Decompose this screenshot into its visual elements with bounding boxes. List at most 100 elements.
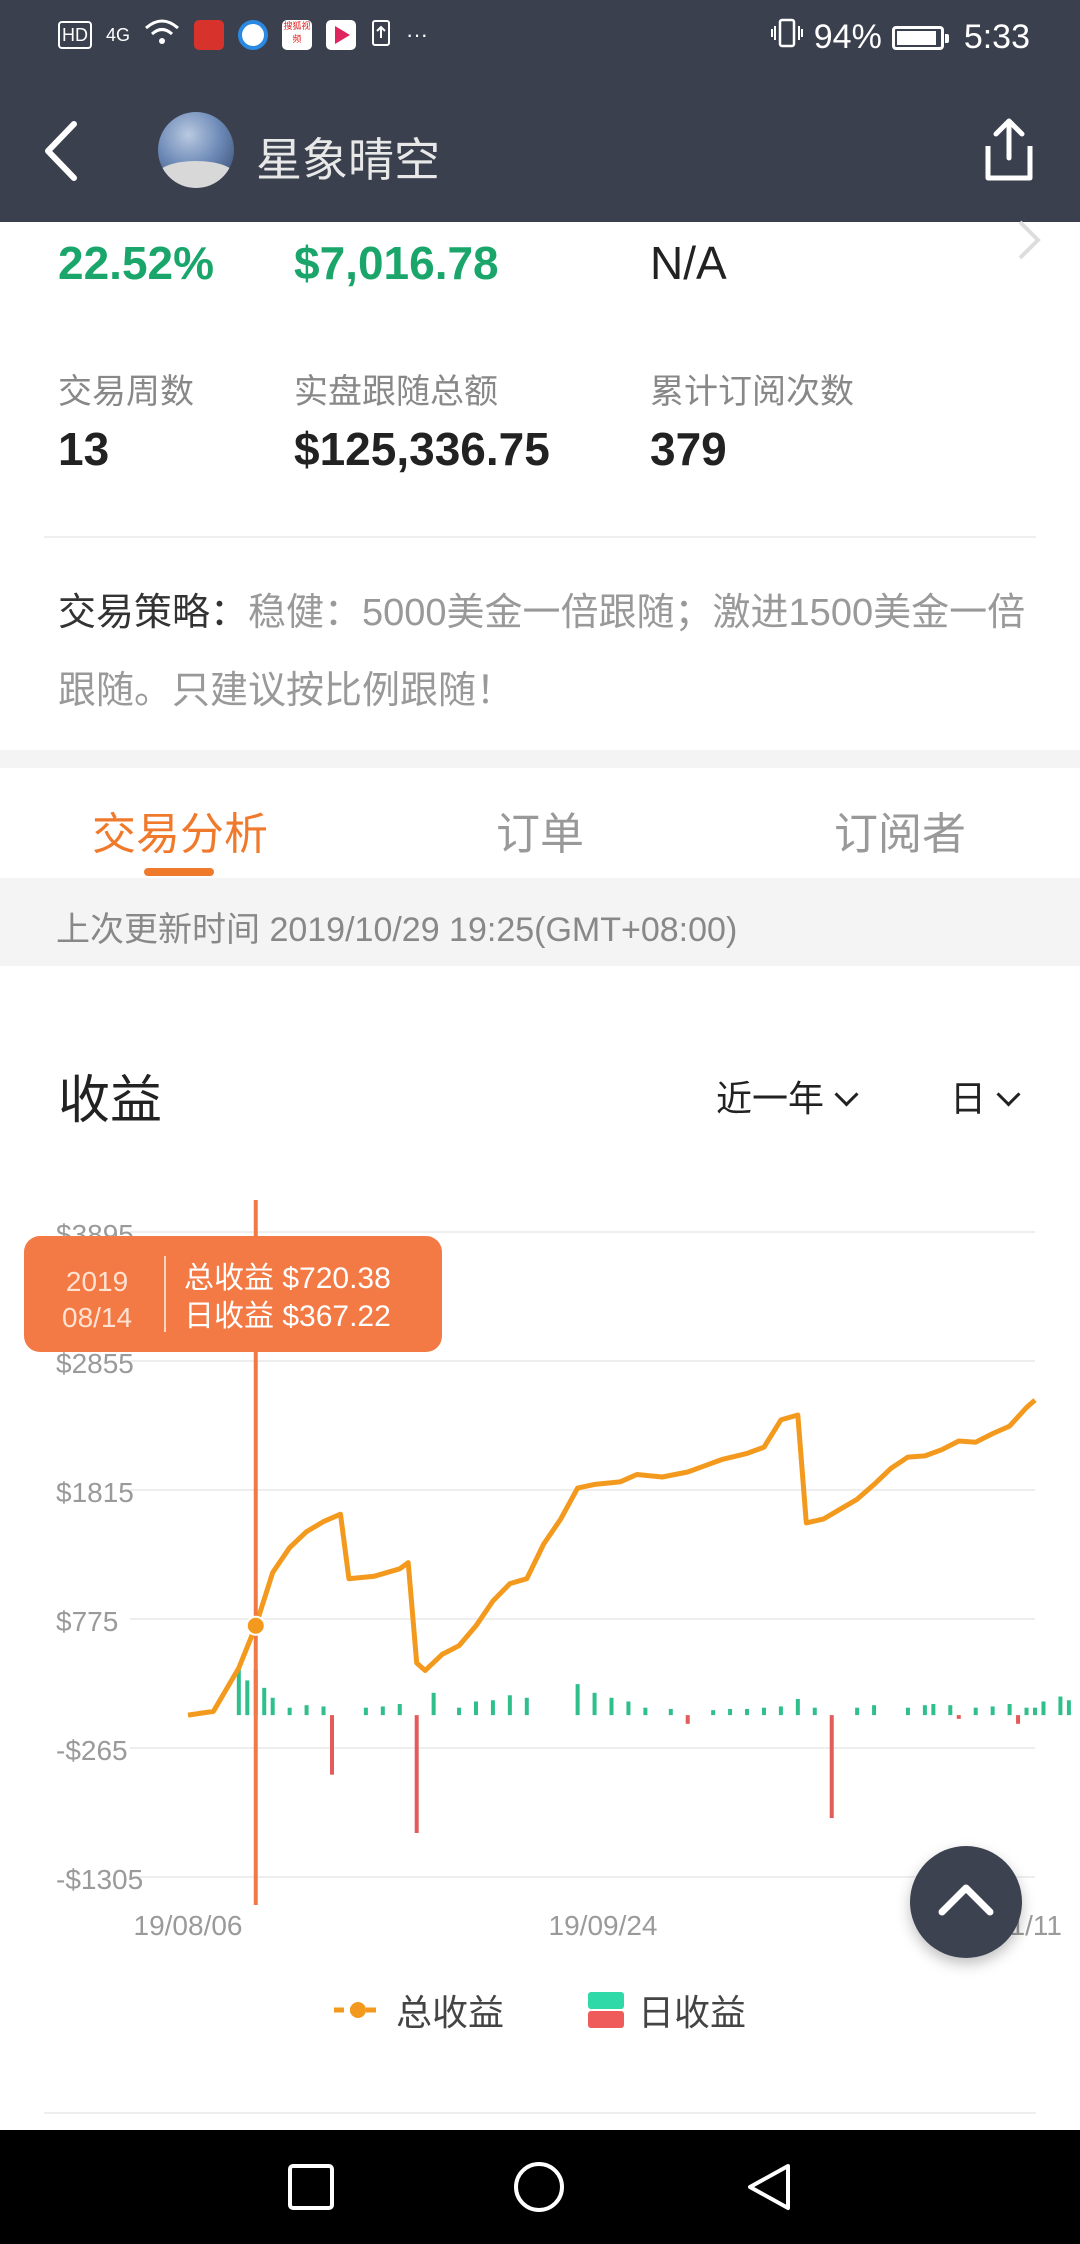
chevron-left-icon: [45, 121, 77, 181]
daily-profit-bar: [855, 1707, 860, 1716]
scroll-to-top-button[interactable]: [910, 1846, 1022, 1958]
daily-profit-bar: [931, 1703, 936, 1716]
strategy-text: 交易策略：稳健：5000美金一倍跟随；激进1500美金一倍跟随。只建议按比例跟随…: [58, 574, 1028, 730]
daily-profit-bar: [1033, 1707, 1037, 1716]
y-tick-label: $1815: [56, 1477, 134, 1508]
range-select[interactable]: 近一年: [716, 1070, 859, 1122]
daily-profit-bar: [575, 1684, 580, 1716]
daily-profit-bar: [609, 1697, 614, 1716]
trade-weeks-value: 13: [58, 423, 110, 475]
chart-legend: 总收益 日收益: [0, 1984, 1080, 2044]
clock: 5:33: [963, 18, 1030, 56]
x-tick-label: 19/09/24: [549, 1910, 658, 1941]
follow-total-value: $125,336.75: [294, 423, 550, 475]
daily-profit-bar: [473, 1701, 478, 1716]
section-gap: [0, 750, 1080, 768]
daily-profit-bar: [524, 1697, 529, 1716]
unit-select-label: 日: [950, 1078, 987, 1119]
daily-profit-bar: [270, 1697, 275, 1716]
daily-profit-bar: [1007, 1703, 1012, 1716]
browser-app-icon: [238, 20, 269, 50]
tooltip-daily: 日收益 $367.22: [184, 1300, 391, 1333]
update-time-text: 上次更新时间 2019/10/29 19:25(GMT+08:00): [56, 911, 738, 949]
daily-profit-bar: [795, 1699, 800, 1716]
square-icon: [288, 2164, 334, 2210]
status-bar: HD 4G 搜狐视频 ··· 94% 5:33: [0, 0, 1080, 80]
daily-profit-bar: [829, 1715, 834, 1819]
tooltip-values: 总收益 $720.38 日收益 $367.22: [184, 1260, 391, 1336]
daily-profit-bar: [287, 1707, 292, 1716]
stats-row-top: 22.52% $7,016.78 N/A: [58, 236, 1058, 296]
back-button[interactable]: [36, 118, 96, 184]
line-marker-icon: [334, 2002, 382, 2018]
unit-select[interactable]: 日: [950, 1070, 1021, 1122]
update-time-bar: 上次更新时间 2019/10/29 19:25(GMT+08:00): [0, 878, 1080, 966]
share-icon: [985, 118, 1033, 181]
expand-stats-button[interactable]: [1014, 218, 1044, 262]
return-rate-value: 22.52%: [58, 237, 215, 289]
tab-trade-analysis[interactable]: 交易分析: [92, 798, 268, 862]
daily-profit-bar: [778, 1706, 783, 1716]
daily-profit-bar: [685, 1715, 690, 1724]
strategy-label: 交易策略：: [58, 592, 249, 634]
legend-daily[interactable]: 日收益: [588, 1984, 746, 2036]
daily-profit-bar: [1066, 1700, 1071, 1716]
daily-profit-bar: [905, 1707, 910, 1716]
daily-profit-bar: [1058, 1696, 1063, 1716]
bar-marker-icon: [588, 1992, 624, 2028]
profit-value: $7,016.78: [294, 237, 499, 289]
divider: [44, 536, 1036, 538]
more-dots-icon: ···: [406, 22, 428, 47]
video-app-icon: [326, 20, 357, 50]
trade-weeks-label: 交易周数: [58, 373, 194, 411]
triangle-back-icon: [748, 2164, 790, 2210]
y-tick-label: -$1305: [56, 1864, 143, 1895]
wifi-icon: [144, 18, 180, 52]
follow-total-label: 实盘跟随总额: [294, 373, 498, 411]
subscribe-count-label: 累计订阅次数: [650, 373, 854, 411]
system-nav-bar: [0, 2130, 1080, 2244]
daily-profit-bar: [761, 1707, 766, 1716]
chevron-down-icon: [834, 1082, 859, 1107]
daily-profit-bar: [990, 1706, 995, 1716]
battery-percent: 94%: [813, 18, 882, 56]
tooltip-month-day: 08/14: [62, 1302, 133, 1333]
daily-profit-bar: [626, 1701, 631, 1716]
share-button[interactable]: [980, 116, 1038, 186]
total-profit-line: [187, 1398, 1037, 1718]
y-tick-label: $775: [56, 1606, 118, 1637]
daily-profit-bar: [745, 1708, 750, 1716]
status-icons-left: HD 4G 搜狐视频 ···: [58, 18, 428, 52]
chevron-up-icon: [938, 1884, 994, 1916]
tooltip-separator: [164, 1256, 166, 1332]
avatar[interactable]: [158, 112, 234, 188]
daily-profit-bar: [397, 1703, 402, 1716]
sohu-video-icon: 搜狐视频: [282, 20, 313, 50]
daily-profit-bar: [245, 1680, 250, 1716]
daily-profit-bar: [329, 1715, 334, 1775]
daily-profit-bar: [948, 1705, 953, 1716]
legend-total-label: 总收益: [396, 1992, 505, 2033]
daily-profit-bar: [812, 1707, 817, 1716]
circle-icon: [514, 2162, 564, 2212]
range-select-label: 近一年: [716, 1078, 825, 1119]
daily-profit-bar: [431, 1692, 436, 1716]
home-button[interactable]: [512, 2160, 566, 2214]
daily-profit-bar: [363, 1707, 368, 1716]
tab-orders[interactable]: 订单: [496, 798, 584, 862]
tab-subscribers[interactable]: 订阅者: [834, 798, 966, 862]
legend-total[interactable]: 总收益: [332, 1984, 504, 2036]
hd-icon: HD: [58, 21, 92, 49]
vibrate-icon: [770, 16, 804, 59]
y-tick-label: $2855: [56, 1348, 134, 1379]
daily-profit-bar: [973, 1707, 978, 1716]
daily-profit-bar: [414, 1715, 419, 1833]
tooltip-total: 总收益 $720.38: [184, 1262, 391, 1295]
chevron-right-icon: [1018, 220, 1041, 260]
daily-profit-bar: [643, 1707, 648, 1716]
recent-apps-button[interactable]: [284, 2160, 338, 2214]
upload-icon: [370, 18, 392, 52]
x-tick-label: 19/08/06: [134, 1910, 243, 1941]
subscribe-count-value: 379: [650, 423, 727, 475]
back-nav-button[interactable]: [742, 2160, 796, 2214]
